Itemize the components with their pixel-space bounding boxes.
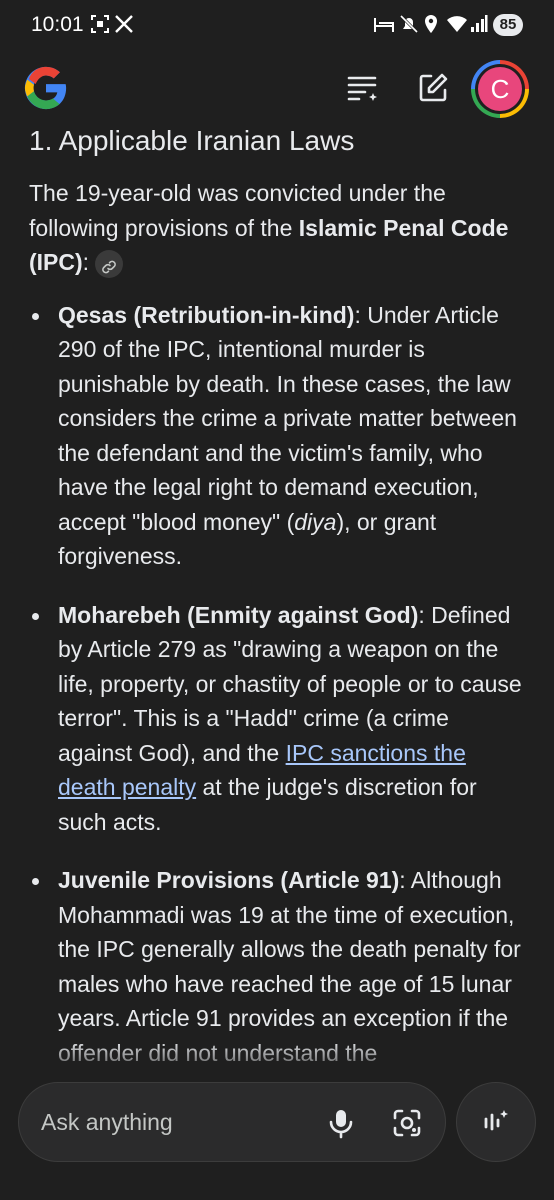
wifi-icon — [446, 14, 468, 39]
signal-icon — [470, 14, 488, 39]
ask-box[interactable]: Ask anything — [18, 1082, 446, 1162]
intro-paragraph: The 19-year-old was convicted under the … — [29, 176, 525, 280]
response-content: 1. Applicable Iranian Laws The 19-year-o… — [29, 118, 525, 1094]
new-chat-icon — [419, 73, 448, 102]
avatar-letter: C — [478, 67, 522, 111]
status-bar: 10:01 85 — [0, 0, 554, 54]
mute-icon — [399, 14, 419, 39]
source-link-button[interactable] — [95, 250, 124, 278]
section-heading: 1. Applicable Iranian Laws — [29, 125, 355, 156]
new-chat-button[interactable] — [410, 65, 456, 111]
screenshot-icon — [90, 14, 110, 39]
history-menu-button[interactable] — [340, 65, 386, 111]
live-waveform-icon — [484, 1110, 508, 1131]
list-item: Qesas (Retribution-in-kind): Under Artic… — [29, 298, 525, 574]
x-icon — [114, 14, 134, 39]
battery-icon: 85 — [493, 14, 523, 36]
location-icon — [423, 14, 439, 39]
camera-lens-icon[interactable] — [389, 1105, 425, 1141]
bed-icon — [373, 14, 395, 39]
google-g-icon[interactable] — [23, 65, 69, 111]
live-mode-button[interactable] — [456, 1082, 536, 1162]
list-item: Juvenile Provisions (Article 91): Althou… — [29, 863, 525, 1070]
link-icon — [102, 260, 116, 274]
provisions-list: Qesas (Retribution-in-kind): Under Artic… — [29, 298, 525, 1071]
ask-input[interactable]: Ask anything — [41, 1109, 173, 1136]
avatar[interactable]: C — [471, 60, 529, 118]
status-time: 10:01 — [31, 13, 84, 36]
history-menu-icon — [347, 76, 377, 101]
mic-icon[interactable] — [323, 1105, 359, 1141]
list-item: Moharebeh (Enmity against God): Defined … — [29, 598, 525, 840]
